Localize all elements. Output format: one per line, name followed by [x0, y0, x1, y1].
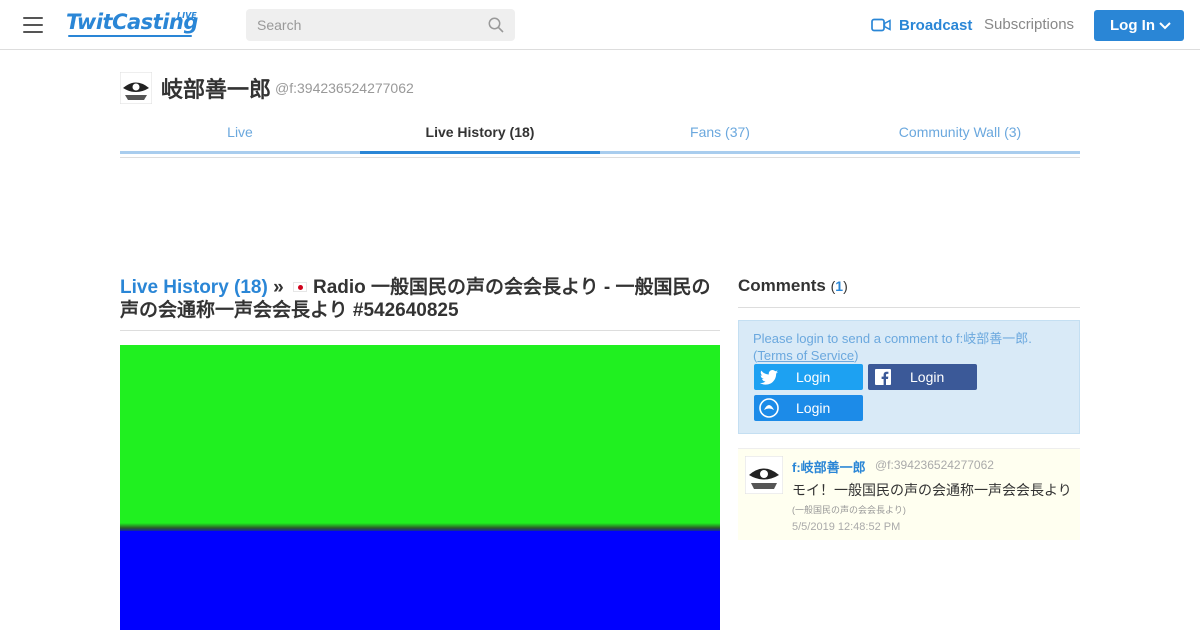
comments-count-value: 1: [835, 278, 844, 294]
profile-id: @f:394236524277062: [275, 80, 414, 96]
twitcasting-login-button[interactable]: Login: [754, 395, 863, 421]
facebook-icon: [868, 364, 898, 390]
broadcast-link[interactable]: Broadcast: [871, 16, 972, 34]
twitcasting-icon: [754, 395, 784, 421]
login-button[interactable]: Log In: [1094, 10, 1184, 41]
video-camera-icon: [871, 18, 891, 32]
video-frame-top: [120, 345, 720, 527]
video-frame-bottom: [120, 531, 720, 630]
broadcast-label: Broadcast: [899, 16, 973, 34]
live-history-link[interactable]: Live History (18): [120, 277, 268, 298]
login-message: Please login to send a comment to f:岐部善一…: [753, 331, 1032, 363]
subscriptions-link[interactable]: Subscriptions: [984, 16, 1074, 33]
tab-fans[interactable]: Fans (37): [600, 115, 840, 154]
logo-live-label: LIVE: [177, 11, 197, 20]
twitter-login-label: Login: [796, 369, 831, 385]
search-icon[interactable]: [488, 17, 504, 33]
comment-author-id: @f:394236524277062: [875, 458, 994, 472]
profile-tabs: Live Live History (18) Fans (37) Communi…: [120, 115, 1080, 158]
logo-underline: [68, 35, 192, 37]
comments-count: (1): [830, 278, 848, 294]
page-title: Live History (18) » Radio 一般国民の声の会会長より -…: [120, 276, 720, 331]
twitter-icon: [754, 364, 784, 390]
tab-community-wall[interactable]: Community Wall (3): [840, 115, 1080, 154]
terms-of-service-link[interactable]: Terms of Service: [757, 348, 854, 363]
login-message-text: Please login to send a comment to f:岐部善一…: [753, 331, 1032, 346]
avatar[interactable]: [120, 72, 152, 104]
video-player[interactable]: [120, 345, 720, 630]
japan-flag-icon: [292, 282, 307, 292]
comments-heading: Comments (1): [738, 276, 1080, 308]
list-item: f:岐部善一郎 @f:394236524277062 モイ！一般国民の声の会通称…: [738, 448, 1080, 540]
profile-name: 岐部善一郎: [161, 78, 272, 103]
comments-title: Comments: [738, 276, 826, 295]
comment-author[interactable]: f:岐部善一郎: [792, 457, 866, 476]
top-header: TwitCasting LIVE Broadcast Subscriptions…: [0, 0, 1200, 50]
comment-timestamp: 5/5/2019 12:48:52 PM: [792, 521, 901, 533]
facebook-login-button[interactable]: Login: [868, 364, 977, 390]
avatar[interactable]: [745, 456, 783, 494]
comment-subtitle: (一般国民の声の会会長より): [792, 505, 906, 515]
search-input[interactable]: [246, 9, 481, 41]
twitcasting-login-label: Login: [796, 400, 831, 416]
menu-icon[interactable]: [23, 17, 43, 33]
tab-live-history[interactable]: Live History (18): [360, 115, 600, 154]
comment-login-box: Please login to send a comment to f:岐部善一…: [738, 320, 1080, 434]
search-box: [246, 9, 515, 41]
twitter-login-button[interactable]: Login: [754, 364, 863, 390]
breadcrumb-separator: »: [273, 277, 284, 298]
tab-live[interactable]: Live: [120, 115, 360, 154]
facebook-login-label: Login: [910, 369, 945, 385]
login-button-label: Log In: [1110, 17, 1155, 34]
comment-text: モイ！一般国民の声の会通称一声会会長より: [792, 482, 1072, 498]
chevron-down-icon: [1159, 21, 1171, 29]
